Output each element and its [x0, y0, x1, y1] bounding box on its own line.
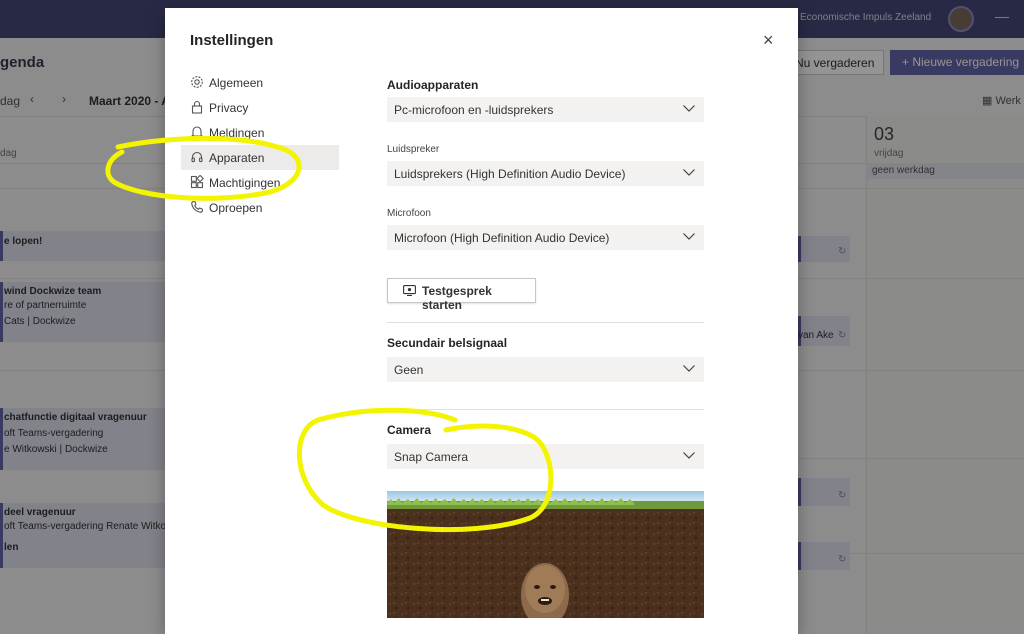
secondary-ringer-heading: Secundair belsignaal: [387, 336, 508, 350]
test-call-button[interactable]: Testgesprek starten: [387, 278, 536, 312]
microphone-dropdown[interactable]: Microfoon (High Definition Audio Device): [387, 225, 704, 250]
headset-icon: [191, 151, 203, 163]
menu-item-label: Meldingen: [209, 126, 265, 140]
dialog-title: Instellingen: [190, 32, 274, 49]
bell-icon: [190, 126, 204, 139]
speaker-value: Luidsprekers (High Definition Audio Devi…: [394, 167, 626, 181]
microphone-label: Microfoon: [387, 208, 431, 219]
secondary-ringer-dropdown[interactable]: Geen: [387, 357, 704, 382]
close-button[interactable]: ×: [763, 30, 774, 51]
test-call-label: Testgesprek starten: [422, 284, 492, 312]
chevron-down-icon: [683, 169, 695, 176]
camera-preview: [387, 491, 704, 618]
speaker-dropdown[interactable]: Luidsprekers (High Definition Audio Devi…: [387, 161, 704, 186]
camera-preview-image: [387, 491, 704, 618]
chevron-down-icon: [683, 233, 695, 240]
camera-value: Snap Camera: [394, 450, 469, 464]
audio-device-value: Pc-microfoon en -luidsprekers: [394, 103, 554, 117]
menu-item-algemeen[interactable]: Algemeen: [181, 70, 339, 95]
chevron-down-icon: [683, 105, 695, 112]
menu-item-label: Apparaten: [209, 151, 265, 165]
menu-item-label: Oproepen: [209, 201, 263, 215]
audio-device-dropdown[interactable]: Pc-microfoon en -luidsprekers: [387, 97, 704, 122]
microphone-value: Microfoon (High Definition Audio Device): [394, 231, 610, 245]
menu-item-meldingen[interactable]: Meldingen: [181, 120, 339, 145]
secondary-ringer-value: Geen: [394, 363, 424, 377]
menu-item-label: Privacy: [209, 101, 249, 115]
menu-item-label: Algemeen: [209, 76, 264, 90]
chevron-down-icon: [683, 452, 695, 459]
chevron-down-icon: [683, 365, 695, 372]
lock-icon: [191, 100, 203, 114]
settings-dialog: Instellingen × Algemeen Privacy Meldinge…: [165, 8, 798, 634]
divider: [387, 409, 704, 410]
menu-item-privacy[interactable]: Privacy: [181, 95, 339, 120]
audio-devices-heading: Audioapparaten: [387, 78, 479, 92]
menu-item-label: Machtigingen: [209, 176, 281, 190]
menu-item-machtigingen[interactable]: Machtigingen: [181, 170, 339, 195]
test-call-icon: [403, 285, 416, 296]
phone-icon: [191, 200, 204, 213]
divider: [387, 322, 704, 323]
menu-item-oproepen[interactable]: Oproepen: [181, 195, 339, 220]
camera-heading: Camera: [387, 423, 432, 437]
settings-menu: Algemeen Privacy Meldingen Apparaten Mac…: [181, 70, 339, 220]
gear-icon: [191, 76, 203, 88]
menu-item-apparaten[interactable]: Apparaten: [181, 145, 339, 170]
camera-dropdown[interactable]: Snap Camera: [387, 444, 704, 469]
speaker-label: Luidspreker: [387, 144, 440, 155]
grid-icon: [190, 175, 204, 189]
